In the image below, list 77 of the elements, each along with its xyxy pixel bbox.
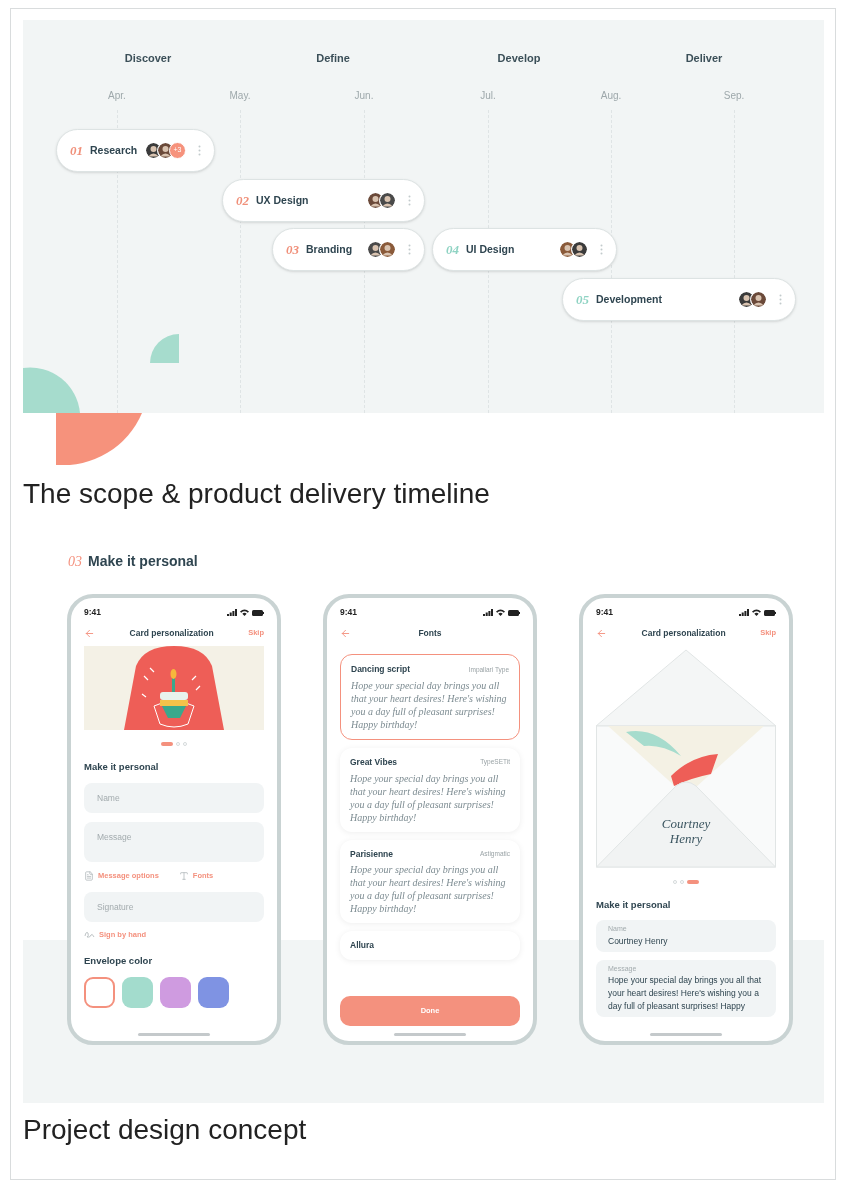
quarter-circle-drawing <box>150 334 179 363</box>
screen-title: Card personalization <box>128 626 215 640</box>
task-number: 01 <box>70 141 83 160</box>
signal-icon <box>483 609 493 616</box>
section-heading: Make it personal <box>88 552 198 571</box>
task-name: Development <box>596 291 662 307</box>
phase-heading: Define <box>316 51 350 66</box>
wifi-icon <box>496 609 505 616</box>
half-circle-drawing <box>23 367 80 413</box>
battery-icon <box>508 609 520 616</box>
font-name: Great Vibes <box>350 755 398 769</box>
task-number: 03 <box>286 240 299 259</box>
image-caption: Project design concept <box>23 1113 308 1147</box>
font-name: Dancing script <box>351 663 411 676</box>
font-sample: Hope your special day brings you all that your heart desires! Here's wishing you a day full of pleasant surprises! Happy birthday! <box>350 863 507 916</box>
month-label: May. <box>229 89 251 103</box>
wifi-icon <box>240 609 249 616</box>
battery-icon <box>764 609 776 616</box>
status-time: 9:41 <box>340 606 357 619</box>
home-indicator <box>650 1033 722 1036</box>
section-title: Envelope color <box>84 953 154 968</box>
back-icon[interactable] <box>596 627 607 639</box>
document-icon <box>84 870 94 881</box>
font-name: Parisienne <box>350 847 393 861</box>
color-swatch[interactable] <box>122 977 153 1008</box>
month-label: Jun. <box>354 89 374 103</box>
section-title: Make it personal <box>596 898 672 912</box>
avatar <box>571 241 588 258</box>
month-label: Jul. <box>480 89 496 103</box>
input-field[interactable]: Signature <box>84 891 264 922</box>
task-name: Branding <box>306 241 353 257</box>
avatar <box>379 192 396 209</box>
home-indicator <box>394 1033 466 1036</box>
month-label: Sep. <box>723 89 745 103</box>
font-sample: Hope your special day brings you all that your heart desires! Here's wishing you a day full of pleasant surprises! Happy birthday! <box>351 678 508 731</box>
font-sample: Hope your special day brings you all that your heart desires! Here's wishing you a day full of pleasant surprises! Happy birthday! <box>350 771 507 824</box>
month-label: Apr. <box>108 89 126 103</box>
font-name: Allura <box>350 939 375 952</box>
back-icon[interactable] <box>84 627 95 639</box>
month-label: Aug. <box>600 89 622 103</box>
text-icon <box>178 870 189 881</box>
envelope-name: Courtney Henry <box>660 816 712 846</box>
status-time: 9:41 <box>596 606 613 619</box>
task-name: UX Design <box>256 192 309 208</box>
image-caption: The scope & product delivery timeline <box>23 477 491 511</box>
screen-title: Card personalization <box>640 626 727 640</box>
task-pill[interactable]: 04 UI Design <box>432 228 617 271</box>
color-swatch[interactable] <box>84 977 115 1008</box>
status-time: 9:41 <box>84 606 101 619</box>
task-number: 05 <box>576 290 589 309</box>
back-icon[interactable] <box>340 627 351 639</box>
signature-icon <box>84 929 95 939</box>
signal-icon <box>227 609 237 616</box>
phase-heading: Discover <box>124 51 172 66</box>
battery-icon <box>252 609 264 616</box>
task-number: 04 <box>446 240 459 259</box>
task-name: UI Design <box>466 241 515 257</box>
task-pill[interactable]: 02 UX Design <box>222 179 425 222</box>
phase-heading: Develop <box>497 51 541 66</box>
task-pill[interactable]: 05 Development <box>562 278 796 321</box>
wifi-icon <box>752 609 761 616</box>
home-indicator <box>138 1033 210 1036</box>
section-number: 03 <box>68 553 82 571</box>
task-pill[interactable]: 03 Branding <box>272 228 425 271</box>
text-area[interactable]: Message <box>84 822 264 863</box>
task-number: 02 <box>236 191 249 210</box>
screen-title: Fonts <box>417 626 443 640</box>
avatar <box>750 291 767 308</box>
section-title: Make it personal <box>84 760 160 774</box>
phase-heading: Deliver <box>685 51 723 66</box>
signal-icon <box>739 609 749 616</box>
task-name: Research <box>90 142 138 158</box>
avatar <box>379 241 396 258</box>
input-field[interactable]: Name <box>84 783 264 814</box>
font-card[interactable]: Allura <box>340 931 520 960</box>
color-swatch[interactable] <box>160 977 191 1008</box>
color-swatch[interactable] <box>198 977 229 1008</box>
